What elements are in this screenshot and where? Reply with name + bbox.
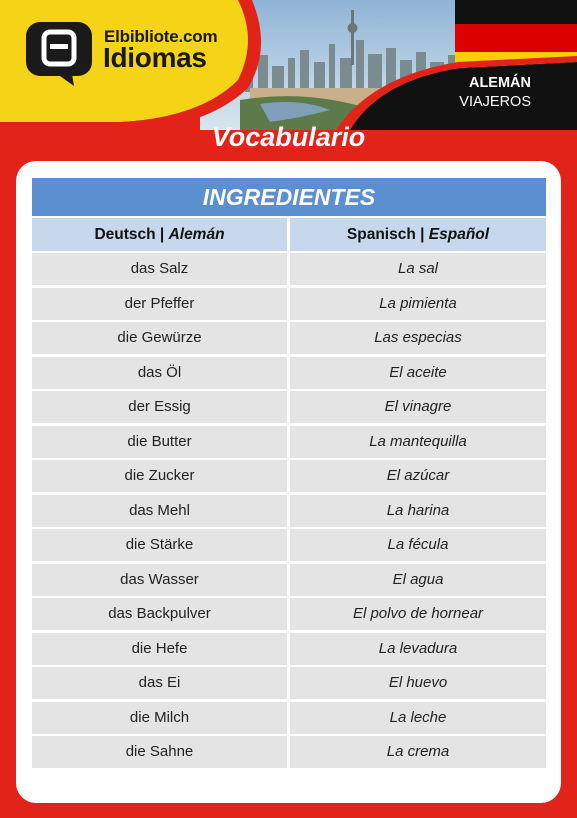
table-row: das Wasser El agua — [32, 563, 546, 596]
column-header-spanish: Spanisch | Español — [290, 218, 546, 251]
spanish-word-cell: La sal — [290, 253, 546, 285]
vocabulary-card: INGREDIENTES Deutsch | Alemán Spanisch |… — [16, 161, 561, 803]
spanish-word-cell: La mantequilla — [290, 425, 546, 458]
table-row: der Essig El vinagre — [32, 391, 546, 423]
spanish-word-cell: La crema — [290, 736, 546, 768]
table-row: das Backpulver El polvo de hornear — [32, 598, 546, 630]
table-body: das Salz La sal der Pfeffer La pimienta die … — [32, 253, 546, 768]
spanish-word-cell: El huevo — [290, 667, 546, 699]
course-language: ALEMÁN — [468, 75, 531, 91]
german-word-cell: das Ei — [32, 667, 287, 699]
table-row: das Öl El aceite — [32, 356, 546, 389]
table-row: das Ei El huevo — [32, 667, 546, 699]
spanish-word-cell: El agua — [290, 563, 546, 596]
table-row: die Sahne La crema — [32, 736, 546, 768]
table-row: die Gewürze Las especias — [32, 322, 546, 354]
column-header-german-label: Deutsch — [94, 226, 156, 243]
course-level: VIAJEROS — [459, 94, 531, 110]
spanish-word-cell: El aceite — [290, 356, 546, 389]
german-word-cell: die Hefe — [32, 632, 287, 665]
table-row: die Hefe La levadura — [32, 632, 546, 665]
column-header-separator: | — [159, 226, 169, 243]
spanish-word-cell: El polvo de hornear — [290, 598, 546, 630]
page-title: Vocabulario — [211, 122, 366, 152]
spanish-word-cell: La pimienta — [290, 287, 546, 320]
column-headers: Deutsch | Alemán Spanisch | Español — [32, 218, 546, 251]
german-word-cell: der Pfeffer — [32, 287, 287, 320]
spanish-word-cell: La levadura — [290, 632, 546, 665]
table-row: die Milch La leche — [32, 701, 546, 734]
spanish-word-cell: La harina — [290, 494, 546, 527]
spanish-word-cell: Las especias — [290, 322, 546, 354]
spanish-word-cell: La fécula — [290, 529, 546, 561]
german-word-cell: das Öl — [32, 356, 287, 389]
spanish-word-cell: La leche — [290, 701, 546, 734]
logo-icon — [26, 22, 92, 86]
german-word-cell: das Backpulver — [32, 598, 287, 630]
column-header-german-translation: Alemán — [168, 226, 225, 243]
german-word-cell: die Gewürze — [32, 322, 287, 354]
column-header-german: Deutsch | Alemán — [32, 218, 287, 251]
header-banner: Elbibliote.com Idiomas ALEMÁN VIAJEROS — [0, 0, 577, 130]
column-header-spanish-translation: Español — [428, 226, 490, 243]
german-word-cell: das Salz — [32, 253, 287, 285]
table-row: das Mehl La harina — [32, 494, 546, 527]
german-word-cell: das Wasser — [32, 563, 287, 596]
column-header-separator: | — [420, 226, 429, 243]
table-row: die Stärke La fécula — [32, 529, 546, 561]
german-word-cell: die Zucker — [32, 460, 287, 492]
german-word-cell: die Milch — [32, 701, 287, 734]
course-label: ALEMÁN VIAJEROS — [459, 74, 531, 112]
german-word-cell: die Sahne — [32, 736, 287, 768]
table-row: die Zucker El azúcar — [32, 460, 546, 492]
brand-name-text: Idiomas — [103, 42, 207, 73]
table-row: das Salz La sal — [32, 253, 546, 285]
section-title: INGREDIENTES — [32, 178, 546, 216]
spanish-word-cell: El azúcar — [290, 460, 546, 492]
spanish-word-cell: El vinagre — [290, 391, 546, 423]
german-word-cell: das Mehl — [32, 494, 287, 527]
table-row: der Pfeffer La pimienta — [32, 287, 546, 320]
german-word-cell: der Essig — [32, 391, 287, 423]
german-word-cell: die Butter — [32, 425, 287, 458]
table-row: die Butter La mantequilla — [32, 425, 546, 458]
vocabulary-table: INGREDIENTES Deutsch | Alemán Spanisch |… — [32, 178, 546, 771]
column-header-spanish-label: Spanisch — [346, 226, 416, 243]
german-word-cell: die Stärke — [32, 529, 287, 561]
